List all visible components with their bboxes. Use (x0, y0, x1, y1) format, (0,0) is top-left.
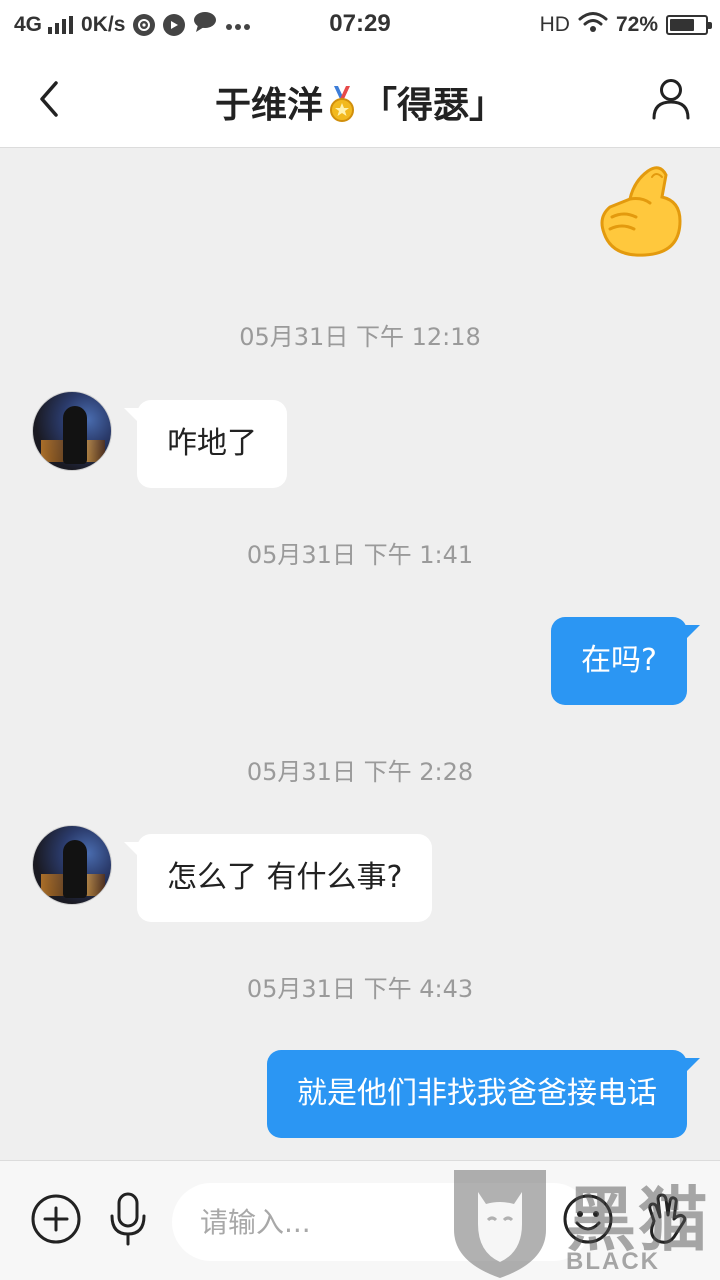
status-left: 4G 0K/s (14, 12, 251, 38)
message-bubble-outgoing[interactable]: 在吗? (551, 617, 700, 705)
wifi-icon (578, 11, 608, 39)
voice-button[interactable] (100, 1191, 156, 1247)
finger-heart-emoji[interactable] (590, 161, 690, 261)
more-icon (225, 13, 251, 37)
battery-fill (670, 19, 695, 31)
message-timestamp: 05月31日 下午 12:18 (239, 323, 481, 351)
chat-notify-icon (193, 11, 217, 39)
avatar[interactable] (32, 825, 112, 905)
contact-name: 于维洋 (214, 85, 323, 126)
media-icon (163, 14, 186, 36)
message-bubble-incoming[interactable]: 咋地了 (124, 400, 287, 488)
person-icon (652, 79, 690, 120)
more-actions-button[interactable] (28, 1191, 84, 1247)
hand-icon (648, 1193, 687, 1244)
message-bubble-outgoing[interactable]: 就是他们非找我爸爸接电话 (267, 1050, 700, 1138)
chat-area[interactable]: 05月31日 下午 12:18 咋地了 05月31日 下午 1:41 在吗? 0… (0, 149, 720, 1160)
network-type: 4G (14, 13, 43, 36)
message-timestamp: 05月31日 下午 2:28 (246, 758, 474, 786)
medal-icon (327, 85, 357, 132)
vpn-icon (133, 14, 156, 36)
plus-circle-icon (31, 1194, 81, 1244)
chat-header: 于维洋 「得瑟」 (0, 50, 720, 148)
emoji-button[interactable] (560, 1191, 616, 1247)
message-timestamp: 05月31日 下午 1:41 (246, 541, 474, 569)
status-right: HD 72% (539, 11, 712, 39)
status-bar: 4G 0K/s 07:29 HD 72% (0, 0, 720, 50)
message-timestamp: 05月31日 下午 4:43 (246, 975, 474, 1003)
input-bar (0, 1160, 720, 1280)
signal-icon (48, 16, 74, 34)
avatar[interactable] (32, 391, 112, 471)
contact-tag: 「得瑟」 (361, 85, 506, 126)
battery-icon (666, 15, 712, 35)
page-title: 于维洋 「得瑟」 (120, 76, 600, 132)
microphone-icon (110, 1192, 146, 1246)
network-speed: 0K/s (81, 13, 126, 36)
back-button[interactable] (22, 72, 76, 126)
chevron-left-icon (40, 81, 58, 117)
message-bubble-incoming[interactable]: 怎么了 有什么事? (123, 834, 433, 922)
battery-percent: 72% (615, 13, 658, 36)
message-input[interactable] (172, 1183, 592, 1261)
profile-button[interactable] (644, 72, 698, 126)
emoji-icon (563, 1194, 613, 1244)
status-time: 07:29 (329, 10, 391, 37)
hd-indicator: HD (539, 13, 570, 36)
wave-button[interactable] (638, 1191, 694, 1247)
